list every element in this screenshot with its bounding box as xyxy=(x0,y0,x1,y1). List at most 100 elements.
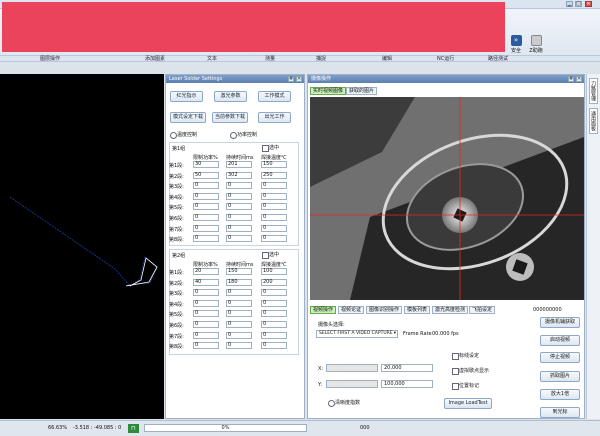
duration-input[interactable]: 150 xyxy=(226,268,252,275)
ribbon-group-bar: 图层操作 添加图素 文本 测量 捕捉 编辑 NC运行 路径测试 xyxy=(0,55,600,62)
x-input[interactable]: 20,000 xyxy=(381,364,433,372)
maximize-button[interactable]: □ xyxy=(575,1,582,7)
tab-toolpath-management[interactable]: 刀路管理 xyxy=(589,78,598,104)
power-input[interactable]: 0 xyxy=(193,182,219,190)
drawing-canvas[interactable] xyxy=(0,74,164,419)
image-loadtest-button[interactable]: Image LoadTest xyxy=(444,398,492,409)
duration-input[interactable]: 0 xyxy=(226,289,252,297)
power-input[interactable]: 0 xyxy=(193,331,219,339)
y-input[interactable]: 100,000 xyxy=(381,380,433,388)
temperature-input[interactable]: 0 xyxy=(261,289,287,297)
power-input[interactable]: 50 xyxy=(193,171,219,179)
temperature-input[interactable]: 0 xyxy=(261,342,287,350)
capture-image-button[interactable]: 抓取图片 xyxy=(540,371,580,382)
ribbon-tool-safety[interactable]: » 安全 xyxy=(505,35,527,54)
clarity-index-radio[interactable]: 清晰度指数 xyxy=(328,400,360,407)
frame-rate-label: Frame Rate xyxy=(403,331,432,337)
duration-input[interactable]: 0 xyxy=(226,235,252,243)
temperature-input[interactable]: 0 xyxy=(261,203,287,211)
temperature-input[interactable]: 0 xyxy=(261,310,287,318)
temperature-input[interactable]: 250 xyxy=(261,171,287,179)
duration-input[interactable]: 0 xyxy=(226,310,252,318)
duration-input[interactable]: 0 xyxy=(226,182,252,190)
duration-input[interactable]: 0 xyxy=(226,192,252,200)
tab-fly-shot[interactable]: 飞拍设定 xyxy=(469,306,496,314)
red-light-button[interactable]: 红光指示 xyxy=(170,91,203,102)
x-slider-track[interactable] xyxy=(326,364,378,372)
power-input[interactable]: 0 xyxy=(193,289,219,297)
close-icon[interactable]: ✕ xyxy=(576,76,582,82)
close-button[interactable]: ✕ xyxy=(585,1,592,7)
duration-input[interactable]: 0 xyxy=(226,203,252,211)
temperature-input[interactable]: 0 xyxy=(261,192,287,200)
tab-laser-height[interactable]: 激光高度检测 xyxy=(432,306,469,314)
group-2-select-checkbox[interactable]: 选中 xyxy=(262,252,279,259)
param-download-button[interactable]: 当前参数下载 xyxy=(212,112,248,123)
temperature-control-radio[interactable]: 温度控制 xyxy=(170,132,197,139)
temperature-input[interactable]: 0 xyxy=(261,214,287,221)
duration-input[interactable]: 0 xyxy=(226,299,252,307)
tab-image-recognition[interactable]: 图像识别操作 xyxy=(366,306,403,314)
ribbon-tool-lock[interactable]: Z助跑 xyxy=(525,35,547,54)
minimize-button[interactable]: ▁ xyxy=(566,1,573,7)
camera-select-dropdown[interactable]: SELECT FIRST A VIDEO CAPTURE ▾ xyxy=(316,330,398,338)
temperature-input[interactable]: 200 xyxy=(261,278,287,286)
group-1-select-checkbox[interactable]: 选中 xyxy=(262,145,279,152)
laser-params-button[interactable]: 激光参数 xyxy=(214,91,247,102)
temperature-input[interactable]: 0 xyxy=(261,321,287,328)
ortho-icon[interactable]: ⊓ xyxy=(128,424,139,433)
power-input[interactable]: 0 xyxy=(193,342,219,350)
emit-light-button[interactable]: 出光工作 xyxy=(258,112,291,123)
power-input[interactable]: 20 xyxy=(193,268,219,275)
tab-video-operation[interactable]: 视频操作 xyxy=(310,306,337,314)
power-control-radio[interactable]: 功率控制 xyxy=(230,132,257,139)
power-input[interactable]: 40 xyxy=(193,278,219,286)
duration-input[interactable]: 0 xyxy=(226,224,252,232)
duration-input[interactable]: 0 xyxy=(226,321,252,328)
go-to-cursor-button[interactable]: 到光标 xyxy=(540,407,580,418)
power-input[interactable]: 0 xyxy=(193,192,219,200)
zoom-in-button[interactable]: 放大1倍 xyxy=(540,389,580,400)
duration-input[interactable]: 0 xyxy=(226,331,252,339)
duration-input[interactable]: 201 xyxy=(226,161,252,168)
pin-icon[interactable]: # xyxy=(568,76,574,82)
close-icon[interactable]: ✕ xyxy=(296,76,302,82)
stop-video-button[interactable]: 停止视频 xyxy=(540,352,580,363)
y-slider-track[interactable] xyxy=(326,380,378,388)
tab-general-panel[interactable]: 通用面板 xyxy=(589,108,598,134)
mode-download-button[interactable]: 模式设定下载 xyxy=(170,112,206,123)
ribbon-group-path: 路径测试 xyxy=(488,56,509,62)
camera-assist-button[interactable]: 摄像机辅获取 xyxy=(540,317,580,328)
power-input[interactable]: 0 xyxy=(193,321,219,328)
marker-line-checkbox[interactable]: 标线设定 xyxy=(452,353,479,360)
temperature-input[interactable]: 0 xyxy=(261,331,287,339)
tab-template-list[interactable]: 模板列表 xyxy=(404,306,431,314)
temperature-input[interactable]: 150 xyxy=(261,161,287,168)
power-input[interactable]: 0 xyxy=(193,235,219,243)
temperature-input[interactable]: 0 xyxy=(261,299,287,307)
header-power: 限制功率% xyxy=(193,262,218,268)
camera-feed[interactable] xyxy=(310,97,584,300)
virtual-point-checkbox[interactable]: 虚拟歇点显示 xyxy=(452,368,489,375)
tab-captured-image[interactable]: 获取的图片 xyxy=(346,87,378,95)
power-input[interactable]: 30 xyxy=(193,161,219,168)
temperature-input[interactable]: 100 xyxy=(261,268,287,275)
temperature-input[interactable]: 0 xyxy=(261,224,287,232)
power-input[interactable]: 0 xyxy=(193,214,219,221)
power-input[interactable]: 0 xyxy=(193,203,219,211)
power-input[interactable]: 0 xyxy=(193,224,219,232)
tab-live-video[interactable]: 实时视频图像 xyxy=(310,87,347,95)
tab-video-validation[interactable]: 视频论证 xyxy=(338,306,365,314)
duration-input[interactable]: 0 xyxy=(226,214,252,221)
work-mode-button[interactable]: 工作模式 xyxy=(258,91,291,102)
duration-input[interactable]: 302 xyxy=(226,171,252,179)
duration-input[interactable]: 0 xyxy=(226,342,252,350)
position-mark-checkbox[interactable]: 位置标记 xyxy=(452,383,479,390)
start-video-button[interactable]: 启动视频 xyxy=(540,335,580,346)
duration-input[interactable]: 180 xyxy=(226,278,252,286)
power-input[interactable]: 0 xyxy=(193,310,219,318)
pin-icon[interactable]: # xyxy=(288,76,294,82)
temperature-input[interactable]: 0 xyxy=(261,235,287,243)
power-input[interactable]: 0 xyxy=(193,299,219,307)
temperature-input[interactable]: 0 xyxy=(261,182,287,190)
